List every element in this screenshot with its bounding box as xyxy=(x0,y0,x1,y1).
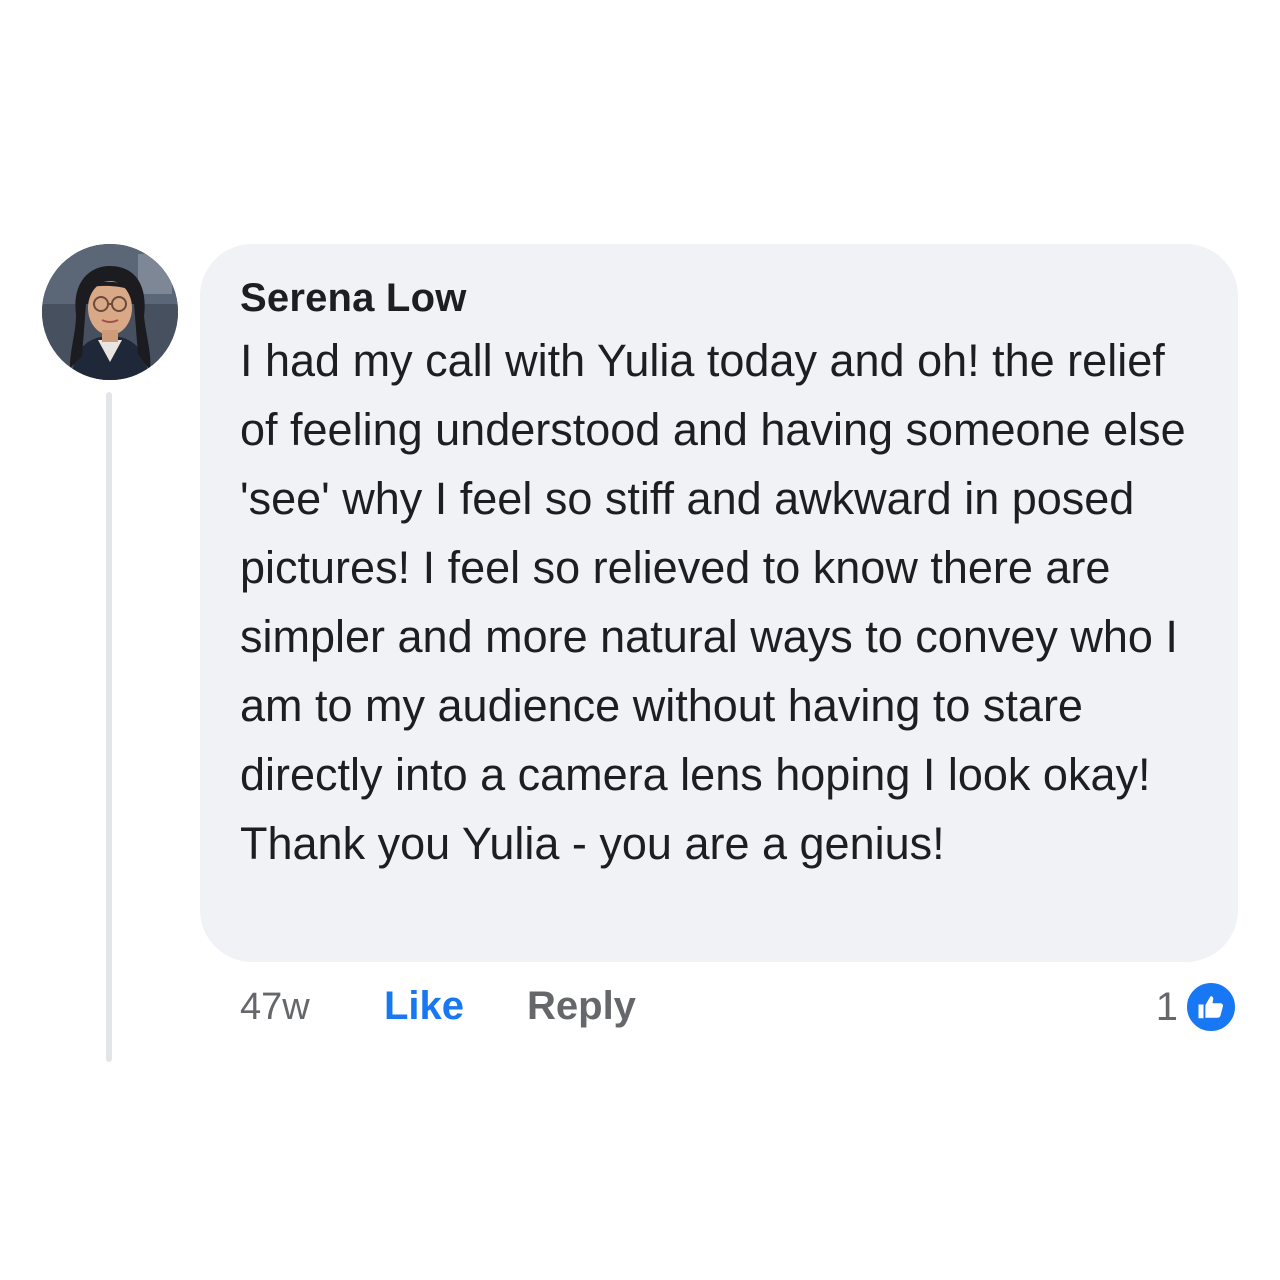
thumbs-up-icon xyxy=(1184,980,1238,1034)
profile-photo xyxy=(42,244,178,380)
comment-text: I had my call with Yulia today and oh! t… xyxy=(240,335,1186,869)
thread-line xyxy=(106,392,112,1062)
reaction-count: 1 xyxy=(1155,984,1178,1029)
like-button[interactable]: Like xyxy=(384,984,464,1029)
avatar[interactable] xyxy=(42,244,178,380)
reaction-summary[interactable]: 1 xyxy=(1156,980,1238,1034)
reply-button[interactable]: Reply xyxy=(527,984,636,1029)
comment-actions: 47w Like Reply 1 xyxy=(240,980,1238,1036)
comment-timestamp[interactable]: 47w xyxy=(240,986,310,1029)
comment-bubble: Serena Low I had my call with Yulia toda… xyxy=(200,244,1238,962)
comment-author[interactable]: Serena Low xyxy=(240,276,1198,320)
